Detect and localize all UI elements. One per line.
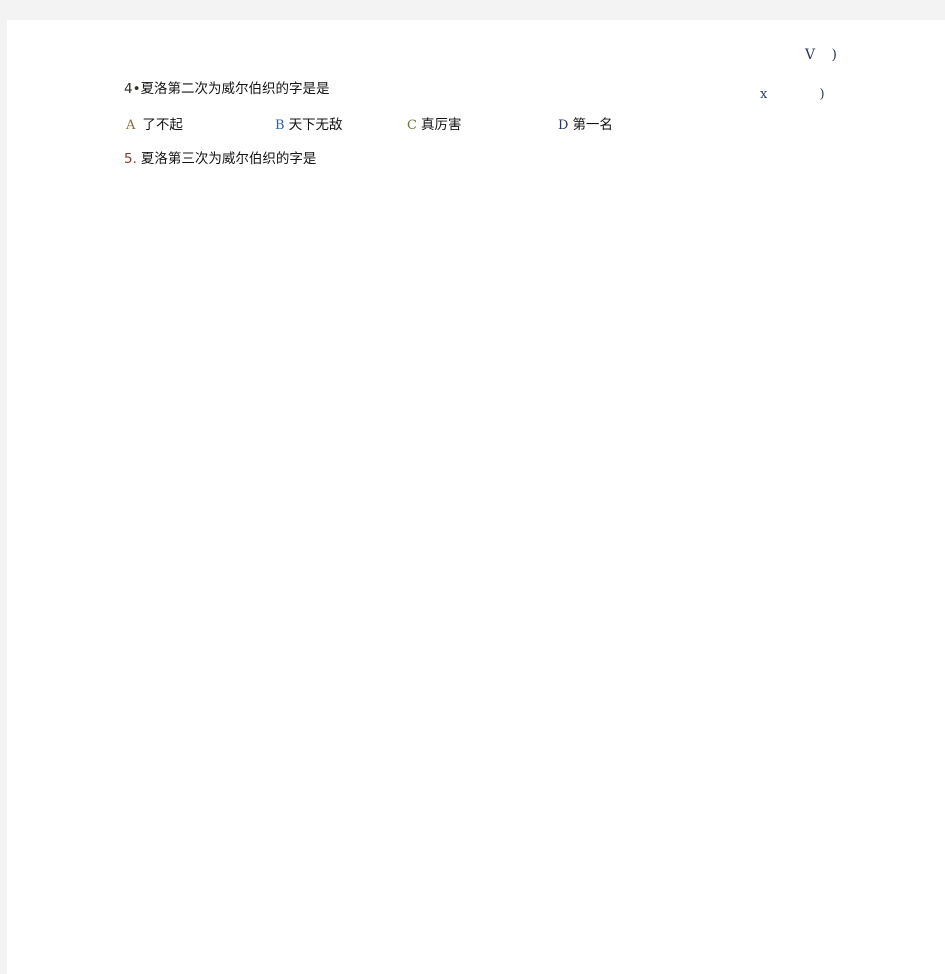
option-a-text: 了不起 <box>142 117 183 133</box>
option-d-text: 第一名 <box>572 117 613 133</box>
question-5-text: 夏洛第三次为威尔伯织的字是 <box>140 151 317 167</box>
check-mark-annotation: V ) <box>805 47 844 63</box>
question-4-options: A 了不起 B 天下无敌 C 真厉害 D 第一名 <box>7 117 945 141</box>
question-5: 5. 夏洛第三次为威尔伯织的字是 <box>124 151 317 167</box>
option-a: A 了不起 <box>126 117 183 133</box>
option-b-text: 天下无敌 <box>288 117 343 133</box>
question-4-text: 夏洛第二次为威尔伯织的字是是 <box>140 81 330 97</box>
question-4-number: 4• <box>124 81 141 97</box>
option-d-letter: D <box>558 118 569 133</box>
option-b: B 天下无敌 <box>275 117 343 133</box>
option-c-text: 真厉害 <box>420 117 462 133</box>
cross-mark-annotation: x ) <box>760 87 849 102</box>
option-d: D 第一名 <box>558 117 613 133</box>
option-b-letter: B <box>275 118 285 133</box>
option-c-letter: C <box>407 118 417 133</box>
option-a-letter: A <box>126 118 136 133</box>
option-c: C 真厉害 <box>407 117 462 133</box>
question-4: 4•夏洛第二次为威尔伯织的字是是 <box>124 81 330 97</box>
document-page: V ) x ) 4•夏洛第二次为威尔伯织的字是是 A 了不起 B 天下无敌 C 真厉害… <box>7 20 945 974</box>
question-5-number: 5. <box>124 151 137 167</box>
